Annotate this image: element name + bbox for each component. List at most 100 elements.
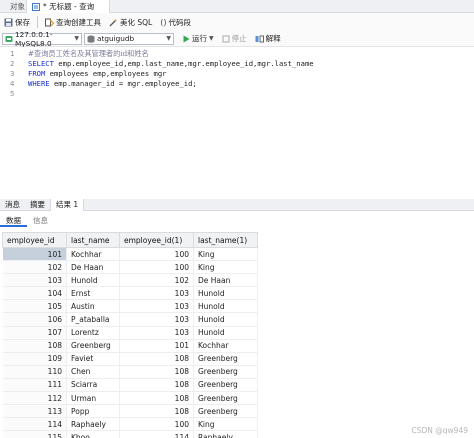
table-cell[interactable]: 103 [2,273,67,288]
column-header[interactable]: last_name(1) [193,232,258,248]
table-row[interactable]: 112 Urman 108 Greenberg [2,391,258,406]
line-number-gutter: 1 2 3 4 5 [0,47,24,197]
table-cell[interactable]: Chen [66,365,120,379]
table-cell[interactable]: 106 [2,312,67,327]
table-row[interactable]: 102 De Haan 100 King [2,260,258,275]
table-cell[interactable]: 100 [119,247,194,262]
table-cell[interactable]: 109 [2,352,67,366]
table-cell[interactable]: 115 [2,430,67,438]
table-cell[interactable]: 105 [2,299,67,314]
table-cell[interactable]: 103 [119,312,194,327]
explain-button[interactable]: 解释 [251,31,285,47]
tab-info[interactable]: 信息 [27,214,54,227]
column-header[interactable]: employee_id [2,232,67,248]
table-cell[interactable]: Greenberg [193,391,258,406]
stop-label: 停止 [231,34,247,43]
table-cell[interactable]: 108 [119,352,194,366]
table-cell[interactable]: De Haan [66,260,120,275]
column-header[interactable]: employee_id(1) [119,232,194,248]
tab-data[interactable]: 数据 [0,214,27,227]
table-cell[interactable]: Austin [66,299,120,314]
table-cell[interactable]: Khoo [66,430,120,438]
tab-summary[interactable]: 摘要 [25,199,50,211]
table-cell[interactable]: Greenberg [193,378,258,393]
table-cell[interactable]: P_ataballa [66,312,120,327]
result-subtab-bar: 数据 信息 [0,214,474,227]
table-cell[interactable]: Raphaely [193,430,258,438]
table-cell[interactable]: Lorentz [66,326,120,340]
table-cell[interactable]: Hunold [193,326,258,340]
table-cell[interactable]: 102 [2,260,67,275]
table-cell[interactable]: 100 [119,417,194,432]
table-row[interactable]: 105 Austin 103 Hunold [2,299,258,314]
table-cell[interactable]: 101 [2,247,67,262]
query-builder-button[interactable]: 查询创建工具 [41,14,105,30]
table-cell[interactable]: Kochhar [193,339,258,353]
table-cell[interactable]: Greenberg [193,404,258,419]
table-row[interactable]: 113 Popp 108 Greenberg [2,404,258,419]
table-cell[interactable]: 104 [2,286,67,301]
sql-editor[interactable]: 1 2 3 4 5 #查询员工姓名及其管理者的id和姓名 SELECT emp.… [0,47,474,197]
stop-button[interactable]: 停止 [218,31,251,47]
table-cell[interactable]: 113 [2,404,67,419]
table-cell[interactable]: Ernst [66,286,120,301]
table-cell[interactable]: Faviet [66,352,120,366]
tab-messages[interactable]: 消息 [0,199,25,211]
table-row[interactable]: 108 Greenberg 101 Kochhar [2,339,258,353]
database-select[interactable]: atguigudb ▼ [84,32,174,45]
table-cell[interactable]: Kochhar [66,247,120,262]
table-cell[interactable]: 108 [119,404,194,419]
table-row[interactable]: 109 Faviet 108 Greenberg [2,352,258,366]
code-snippet-button[interactable]: () 代码段 [156,14,195,30]
table-cell[interactable]: 101 [119,339,194,353]
table-cell[interactable]: 100 [119,260,194,275]
table-cell[interactable]: 102 [119,273,194,288]
table-row[interactable]: 115 Khoo 114 Raphaely [2,430,258,438]
table-cell[interactable]: Greenberg [66,339,120,353]
table-cell[interactable]: 103 [119,326,194,340]
table-cell[interactable]: Raphaely [66,417,120,432]
table-cell[interactable]: 112 [2,391,67,406]
table-cell[interactable]: 108 [119,391,194,406]
table-row[interactable]: 103 Hunold 102 De Haan [2,273,258,288]
table-cell[interactable]: Greenberg [193,352,258,366]
table-cell[interactable]: 108 [119,365,194,379]
table-cell[interactable]: King [193,417,258,432]
tab-untitled-query[interactable]: * 无标题 - 查询 [26,0,110,13]
table-row[interactable]: 110 Chen 108 Greenberg [2,365,258,379]
beautify-sql-button[interactable]: 美化 SQL [105,14,156,30]
table-cell[interactable]: 114 [119,430,194,438]
connection-select[interactable]: 127.0.0.1-MySQL8.0 ▼ [2,30,82,48]
table-cell[interactable]: Urman [66,391,120,406]
run-button[interactable]: 运行 ▼ [178,31,218,47]
table-cell[interactable]: Greenberg [193,365,258,379]
table-cell[interactable]: King [193,247,258,262]
table-cell[interactable]: 103 [119,286,194,301]
table-row[interactable]: 104 Ernst 103 Hunold [2,286,258,301]
save-button[interactable]: 保存 [0,14,34,30]
table-cell[interactable]: Popp [66,404,120,419]
column-header[interactable]: last_name [66,232,120,248]
table-cell[interactable]: Sciarra [66,378,120,393]
table-row[interactable]: 101 Kochhar 100 King [2,247,258,262]
chevron-down-icon: ▼ [166,35,171,42]
table-cell[interactable]: 103 [119,299,194,314]
table-cell[interactable]: Hunold [66,273,120,288]
table-cell[interactable]: 107 [2,326,67,340]
table-cell[interactable]: King [193,260,258,275]
table-cell[interactable]: 108 [119,378,194,393]
table-cell[interactable]: Hunold [193,286,258,301]
table-cell[interactable]: Hunold [193,299,258,314]
tab-result-1[interactable]: 结果 1 [50,198,85,211]
table-row[interactable]: 114 Raphaely 100 King [2,417,258,432]
table-row[interactable]: 107 Lorentz 103 Hunold [2,326,258,340]
table-cell[interactable]: 114 [2,417,67,432]
table-cell[interactable]: De Haan [193,273,258,288]
table-cell[interactable]: 111 [2,378,67,393]
sql-keyword: FROM [28,69,46,78]
table-row[interactable]: 106 P_ataballa 103 Hunold [2,312,258,327]
table-cell[interactable]: Hunold [193,312,258,327]
table-cell[interactable]: 110 [2,365,67,379]
table-cell[interactable]: 108 [2,339,67,353]
table-row[interactable]: 111 Sciarra 108 Greenberg [2,378,258,393]
